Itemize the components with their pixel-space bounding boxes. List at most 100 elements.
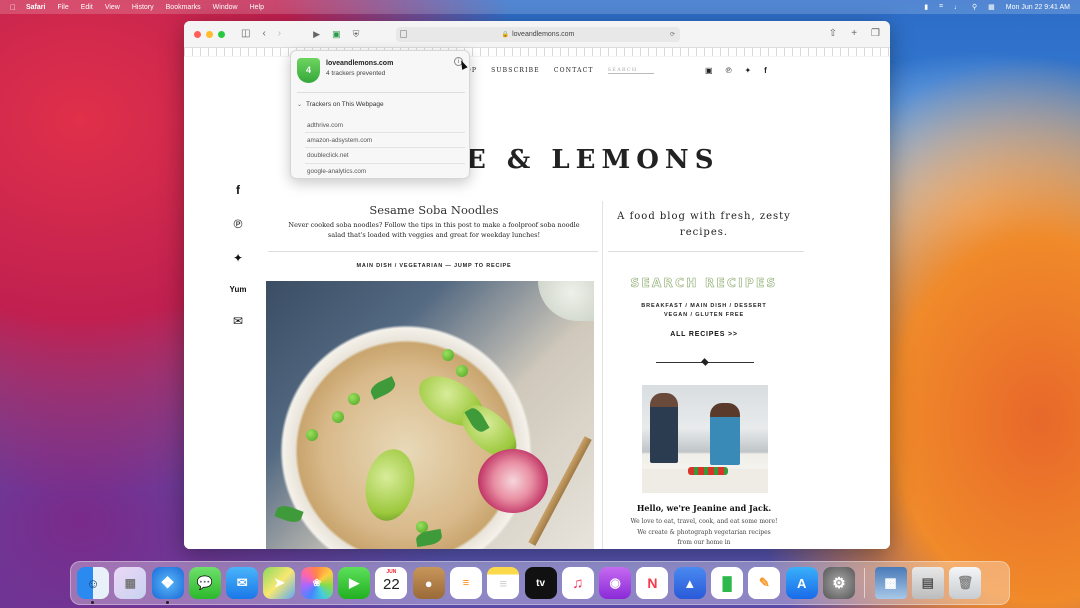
nav-subscribe[interactable]: SUBSCRIBE	[491, 67, 540, 74]
keynote-icon[interactable]: ▲	[673, 567, 706, 599]
calendar-icon[interactable]: JUN 22	[375, 567, 408, 599]
avocado-slice	[360, 445, 420, 525]
system-preferences-icon[interactable]: ⚙	[822, 567, 855, 599]
notes-icon[interactable]: ≡	[487, 567, 520, 599]
safari-icon[interactable]: ❖	[151, 567, 184, 604]
numbers-icon[interactable]: █	[711, 567, 744, 599]
facetime-icon[interactable]: ▶	[338, 567, 371, 599]
trackers-section-toggle[interactable]: ⌄ Trackers on This Webpage	[297, 101, 384, 108]
browser-toolbar: ◫ ‹ › ▶ ▣ ⛨ 🔒 loveandlemons.com ⟳ ⇧ + ❐	[184, 21, 890, 48]
search-recipes-heading: SEARCH RECIPES	[630, 276, 778, 291]
pinterest-share-icon[interactable]: ℗	[234, 217, 243, 231]
site-search-input[interactable]: SEARCH	[607, 67, 654, 74]
menu-app-name[interactable]: Safari	[26, 4, 45, 11]
news-icon[interactable]: N	[636, 567, 669, 599]
edamame	[442, 349, 454, 361]
twitter-share-icon[interactable]: ✦	[233, 251, 243, 265]
documents-stack-icon[interactable]: ▤	[911, 567, 944, 599]
address-text: loveandlemons.com	[512, 31, 575, 38]
photos-icon[interactable]: ❀	[300, 567, 333, 599]
contacts-icon[interactable]: ●	[412, 567, 445, 599]
apple-tv-icon[interactable]: tv	[524, 567, 557, 599]
post-title[interactable]: Sesame Soba Noodles	[268, 203, 600, 217]
recipe-categories-line-1[interactable]: BREAKFAST / MAIN DISH / DESSERT	[616, 302, 792, 311]
recipe-categories-line-2[interactable]: VEGAN / GLUTEN FREE	[616, 311, 792, 320]
recipe-categories: BREAKFAST / MAIN DISH / DESSERT VEGAN / …	[616, 302, 792, 321]
pages-icon[interactable]: ✎	[748, 567, 781, 599]
mail-icon[interactable]: ✉	[226, 567, 259, 599]
music-icon[interactable]: ♫	[561, 567, 594, 599]
mint-leaf	[274, 502, 304, 526]
sidebar-divider	[608, 251, 804, 252]
trash-icon[interactable]: 🗑	[949, 567, 982, 599]
nav-contact[interactable]: CONTACT	[554, 67, 594, 74]
share-sidebar: f ℗ ✦ Yum ✉	[230, 183, 247, 328]
instagram-icon[interactable]: ▣	[705, 66, 713, 75]
menu-edit[interactable]: Edit	[81, 4, 93, 11]
running-indicator	[91, 601, 94, 604]
all-recipes-link[interactable]: ALL RECIPES >>	[616, 331, 792, 338]
facebook-share-icon[interactable]: f	[236, 183, 240, 197]
chevron-down-icon: ⌄	[297, 102, 303, 108]
page-icon	[400, 30, 407, 38]
launchpad-icon[interactable]: ▦	[114, 567, 147, 599]
lock-icon: 🔒	[501, 32, 510, 38]
facebook-icon[interactable]: f	[764, 66, 767, 75]
sidebar-icon[interactable]: ◫	[241, 29, 250, 39]
spotlight-search-icon[interactable]: ⚲	[972, 3, 977, 11]
radish-slice	[478, 449, 548, 513]
menu-view[interactable]: View	[105, 4, 120, 11]
privacy-report-shield-icon[interactable]: ⛨	[353, 29, 360, 39]
forward-icon[interactable]: ›	[278, 29, 281, 39]
address-bar[interactable]: 🔒 loveandlemons.com ⟳	[396, 27, 680, 42]
tracker-item: google-analytics.com	[307, 167, 367, 175]
email-share-icon[interactable]: ✉	[233, 314, 243, 328]
site-logo[interactable]: E & LEMONS	[466, 145, 719, 175]
privacy-shield-icon: 4	[297, 58, 320, 83]
menu-help[interactable]: Help	[250, 4, 264, 11]
extension-d-icon[interactable]: ▶	[313, 29, 320, 39]
site-nav: SHOP SUBSCRIBE CONTACT SEARCH	[454, 67, 654, 74]
tracker-list: adthrive.com amazon-adsystem.com doublec…	[305, 118, 465, 179]
extension-green-icon[interactable]: ▣	[332, 29, 341, 39]
yummly-share-icon[interactable]: Yum	[230, 285, 247, 294]
podcasts-icon[interactable]: ◉	[599, 567, 632, 599]
post-intro: Never cooked soba noodles? Follow the ti…	[288, 221, 580, 240]
menu-history[interactable]: History	[132, 4, 154, 11]
volume-icon[interactable]: ♩	[954, 4, 961, 11]
apple-menu-icon[interactable]: 	[10, 3, 16, 12]
reminders-icon[interactable]: ≡	[449, 567, 482, 599]
edamame	[348, 393, 360, 405]
translate-reload-icon[interactable]: ⟳	[670, 31, 675, 38]
messages-icon[interactable]: 💬	[188, 567, 221, 599]
zoom-window-button[interactable]	[218, 30, 225, 38]
maps-icon[interactable]: ➤	[263, 567, 296, 599]
menu-window[interactable]: Window	[213, 4, 238, 11]
menu-bookmarks[interactable]: Bookmarks	[166, 4, 201, 11]
wifi-icon[interactable]: ⌗	[939, 3, 943, 11]
edamame	[306, 429, 318, 441]
person-jeanine	[710, 403, 740, 465]
twitter-icon[interactable]: ✦	[744, 66, 751, 75]
menu-clock[interactable]: Mon Jun 22 9:41 AM	[1006, 4, 1070, 11]
menu-bar:  Safari File Edit View History Bookmark…	[0, 0, 1080, 14]
post-categories[interactable]: MAIN DISH / VEGETARIAN — JUMP TO RECIPE	[268, 263, 600, 269]
app-store-icon[interactable]: A	[785, 567, 818, 599]
downloads-stack-icon[interactable]: ▩	[874, 567, 907, 599]
share-icon[interactable]: ⇧	[829, 28, 837, 39]
flourish-diamond	[701, 358, 709, 366]
popover-separator	[297, 92, 465, 93]
pinterest-icon[interactable]: ℗	[726, 66, 732, 75]
tv-label: tv	[536, 577, 546, 589]
menu-file[interactable]: File	[57, 4, 68, 11]
control-center-icon[interactable]: ▦	[988, 3, 995, 11]
tab-overview-icon[interactable]: ❐	[871, 28, 880, 39]
soba-noodles-photo	[266, 281, 594, 549]
new-tab-icon[interactable]: +	[851, 28, 857, 39]
close-window-button[interactable]	[194, 30, 201, 38]
finder-icon[interactable]: ☺	[77, 567, 109, 604]
vegetables	[688, 467, 728, 475]
battery-icon[interactable]: ▮	[924, 3, 928, 11]
back-icon[interactable]: ‹	[262, 29, 265, 39]
minimize-window-button[interactable]	[206, 30, 213, 38]
